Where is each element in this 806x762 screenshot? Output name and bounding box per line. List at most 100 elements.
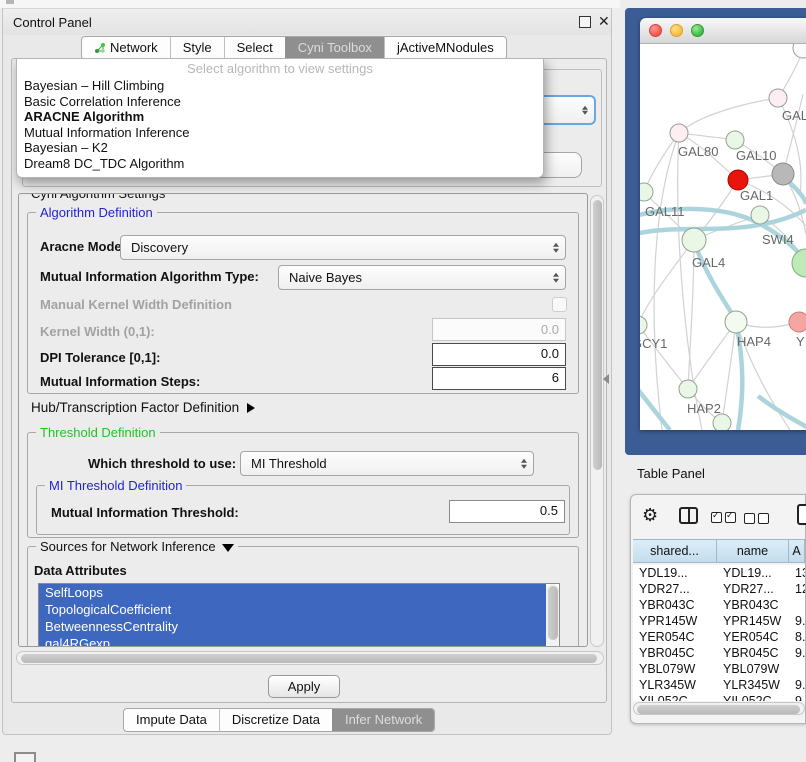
table-cell: YIL052C	[717, 693, 789, 701]
sources-title-wrap[interactable]: Sources for Network Inference	[36, 539, 238, 554]
float-panel-icon[interactable]	[579, 16, 591, 28]
network-node[interactable]	[772, 163, 794, 185]
tab-style[interactable]: Style	[170, 37, 224, 59]
cyni-algorithm-settings-group: Cyni Algorithm Settings Algorithm Defini…	[18, 193, 588, 647]
control-panel-tabs: Network Style SelectCyni ToolboxjActiveMNo…	[81, 36, 507, 60]
dropdown-item[interactable]: Bayesian – K2	[17, 140, 543, 156]
settings-vertical-scrollbar[interactable]	[590, 195, 604, 647]
table-cell: 9.	[789, 613, 805, 629]
table-row[interactable]: YDR27...YDR27...12	[633, 581, 805, 597]
network-edge	[694, 242, 736, 320]
node-label: GAL10	[736, 148, 776, 163]
table-cell: YBL079W	[717, 661, 789, 677]
table-cell: YDL19...	[717, 565, 789, 581]
table-panel-titlebar: Table Panel	[620, 458, 806, 490]
network-node[interactable]	[769, 89, 787, 107]
zoom-window-icon[interactable]	[691, 24, 704, 37]
kernel-width-label: Kernel Width (0,1):	[40, 324, 155, 339]
table-row[interactable]: YER054CYER054C8.	[633, 629, 805, 645]
network-node[interactable]	[725, 311, 747, 333]
column-header-shared-[interactable]: shared...	[633, 539, 717, 563]
split-panes-icon[interactable]	[679, 507, 698, 524]
mi-type-combo[interactable]: Naive Bayes	[278, 265, 566, 290]
which-threshold-combo[interactable]: MI Threshold	[240, 451, 534, 476]
tab-select[interactable]: Select	[224, 37, 285, 59]
minimize-window-icon[interactable]	[670, 24, 683, 37]
data-attributes-list[interactable]: SelfLoopsTopologicalCoefficientBetweenne…	[38, 583, 560, 647]
dropdown-placeholder: Select algorithm to view settings	[17, 59, 543, 78]
dropdown-item[interactable]: ARACNE Algorithm	[17, 109, 543, 125]
select-all-checkboxes-icon[interactable]	[711, 511, 739, 526]
tab-jactivemnodules[interactable]: jActiveMNodules	[384, 37, 506, 59]
control-panel: Control Panel ✕ NetworkStyleSelectCyni T…	[2, 8, 612, 735]
network-canvas[interactable]: GALGAL80GAL10GAL1GAL11SWI4GAL4GCY1HAP4YH…	[640, 44, 806, 430]
table-horizontal-scrollbar[interactable]	[633, 702, 805, 715]
new-table-icon[interactable]	[797, 504, 806, 525]
table-row[interactable]: YDL19...YDL19...13	[633, 565, 805, 581]
network-node[interactable]	[713, 414, 731, 430]
network-node[interactable]	[789, 312, 806, 332]
network-node[interactable]	[728, 170, 748, 190]
table-row[interactable]: YBR045CYBR045C9.	[633, 645, 805, 661]
network-node[interactable]	[640, 183, 653, 201]
data-attribute-item[interactable]: SelfLoops	[39, 584, 546, 601]
tab-network[interactable]: Network	[82, 37, 170, 59]
table-row[interactable]: YBL079WYBL079W	[633, 661, 805, 677]
dropdown-item[interactable]: Dream8 DC_TDC Algorithm	[17, 156, 543, 172]
tab-infer-network[interactable]: Infer Network	[332, 709, 434, 731]
table-row[interactable]: YPR145WYPR145W9.	[633, 613, 805, 629]
table-row[interactable]: YLR345WYLR345W9.	[633, 677, 805, 693]
network-node[interactable]	[793, 44, 806, 58]
tab-cyni-toolbox[interactable]: Cyni Toolbox	[285, 37, 384, 59]
which-threshold-label: Which threshold to use:	[88, 456, 236, 471]
network-node[interactable]	[640, 316, 647, 334]
network-node[interactable]	[751, 206, 769, 224]
manual-kernel-checkbox[interactable]	[552, 297, 567, 312]
kernel-width-field[interactable]: 0.0	[432, 318, 566, 341]
network-view-frame: GALGAL80GAL10GAL1GAL11SWI4GAL4GCY1HAP4YH…	[625, 8, 806, 455]
network-window-titlebar[interactable]	[640, 18, 806, 44]
network-node[interactable]	[726, 131, 744, 149]
data-attribute-item[interactable]: gal4RGexp	[39, 635, 546, 647]
gear-icon[interactable]: ⚙	[642, 505, 658, 526]
network-node[interactable]	[670, 124, 688, 142]
node-label: GAL4	[692, 255, 725, 270]
column-header-a[interactable]: A	[789, 539, 805, 563]
close-window-icon[interactable]	[649, 24, 662, 37]
table-row[interactable]: YBR043CYBR043C	[633, 597, 805, 613]
table-header: shared...nameA	[633, 539, 805, 563]
node-label: HAP2	[687, 401, 721, 416]
divider-grip[interactable]	[603, 374, 609, 384]
table-cell: YBR045C	[633, 645, 717, 661]
apply-button[interactable]: Apply	[268, 675, 340, 698]
table-row[interactable]: YIL052CYIL052C9.	[633, 693, 805, 701]
network-node[interactable]	[792, 249, 806, 277]
network-node[interactable]	[682, 228, 706, 252]
dropdown-item[interactable]: Bayesian – Hill Climbing	[17, 78, 543, 94]
algorithm-dropdown-popup: Select algorithm to view settings Bayesi…	[16, 58, 544, 178]
aracne-mode-combo[interactable]: Discovery	[120, 235, 566, 260]
deselect-all-checkboxes-icon[interactable]	[744, 512, 772, 527]
tab-impute-data[interactable]: Impute Data	[124, 709, 219, 731]
dropdown-item[interactable]: Mutual Information Inference	[17, 125, 543, 141]
dpi-tolerance-field[interactable]: 0.0	[432, 343, 566, 366]
attr-list-scrollbar[interactable]	[546, 584, 559, 647]
mi-threshold-group: MI Threshold Definition Mutual Informati…	[36, 485, 570, 535]
mi-steps-field[interactable]: 6	[432, 367, 566, 390]
close-panel-icon[interactable]: ✕	[598, 13, 610, 30]
tab-label: Style	[183, 37, 212, 59]
data-attribute-item[interactable]: TopologicalCoefficient	[39, 601, 546, 618]
data-attribute-item[interactable]: BetweennessCentrality	[39, 618, 546, 635]
tab-label: Network	[110, 37, 158, 59]
tab-discretize-data[interactable]: Discretize Data	[219, 709, 332, 731]
network-icon	[94, 42, 106, 54]
mi-threshold-field[interactable]: 0.5	[449, 500, 565, 523]
cyni-toolbox-content: Select algorithm to view settings Bayesi…	[11, 58, 607, 703]
hub-definition-expander[interactable]: Hub/Transcription Factor Definition	[31, 400, 255, 415]
minimized-panel-icon[interactable]	[14, 752, 36, 762]
column-header-name[interactable]: name	[717, 539, 789, 563]
network-window: GALGAL80GAL10GAL1GAL11SWI4GAL4GCY1HAP4YH…	[640, 18, 806, 430]
settings-horizontal-scrollbar[interactable]	[16, 651, 604, 665]
network-node[interactable]	[679, 380, 697, 398]
dropdown-item[interactable]: Basic Correlation Inference	[17, 94, 543, 110]
